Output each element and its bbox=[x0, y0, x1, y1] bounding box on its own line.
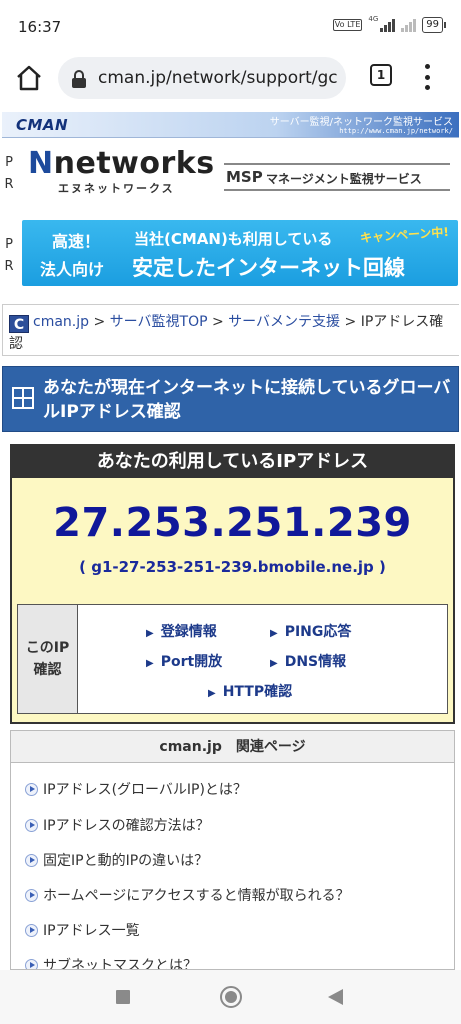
nnetworks-kana: エヌネットワークス bbox=[58, 182, 175, 195]
related-link[interactable]: IPアドレス一覧 bbox=[25, 920, 140, 940]
cman-logo[interactable]: CMAN bbox=[16, 116, 68, 134]
status-bar: 16:37 Vo LTE 4G 99 bbox=[0, 0, 461, 52]
link-label: PING応答 bbox=[284, 624, 352, 640]
triangle-right-icon: ▶ bbox=[146, 628, 154, 639]
related-link-label: IPアドレスの確認方法は？ bbox=[43, 818, 210, 834]
signal-secondary-icon bbox=[401, 18, 417, 32]
pr-letter-r: R bbox=[4, 259, 14, 274]
triangle-right-icon: ▶ bbox=[270, 658, 278, 669]
link-port-open[interactable]: ▶ Port開放 bbox=[146, 651, 222, 671]
related-link-label: ホームページにアクセスすると情報が取られる？ bbox=[43, 888, 350, 904]
address-bar[interactable]: cman.jp/network/support/gc bbox=[58, 57, 346, 99]
campaign-left-line2: 法人向け bbox=[40, 260, 105, 279]
bullet-arrow-icon bbox=[25, 783, 38, 796]
triangle-right-icon: ▶ bbox=[270, 628, 278, 639]
related-link-label: 固定IPと動的IPの違いは？ bbox=[43, 853, 209, 869]
pr-label-2: P R bbox=[2, 234, 16, 278]
msp-abbr: MSP bbox=[226, 168, 263, 186]
pr-letter-p: P bbox=[5, 237, 13, 252]
ip-check-label: このIP確認 bbox=[18, 605, 78, 713]
breadcrumb: Ccman.jp > サーバ監視TOP > サーバメンテ支援 > IPアドレス確… bbox=[2, 304, 459, 356]
lock-icon[interactable] bbox=[70, 69, 88, 89]
related-link-label: IPアドレス(グローバルIP)とは？ bbox=[43, 782, 247, 798]
status-time: 16:37 bbox=[18, 18, 62, 36]
breadcrumb-link-cman[interactable]: cman.jp bbox=[33, 314, 89, 330]
header-service-text: サーバー監視/ネットワーク監視サービス bbox=[269, 117, 453, 128]
ip-address-value: 27.253.251.239 bbox=[53, 500, 412, 546]
page-title: あなたが現在インターネットに接続しているグローバルIPアドレス確認 bbox=[43, 378, 451, 422]
cman-c-icon: C bbox=[9, 315, 29, 333]
msp-text: マネージメント監視サービス bbox=[266, 172, 422, 186]
link-label: 登録情報 bbox=[160, 624, 217, 640]
link-label: DNS情報 bbox=[284, 654, 347, 670]
campaign-right-line2: 安定したインターネット回線 bbox=[132, 256, 405, 280]
pr-letter-p: P bbox=[5, 155, 13, 170]
ip-address-box: あなたの利用しているIPアドレス 27.253.251.239 ( g1-27-… bbox=[10, 444, 455, 724]
window-grid-icon bbox=[12, 387, 34, 409]
signal-icon bbox=[380, 18, 396, 32]
related-link-label: サブネットマスクとは？ bbox=[43, 958, 197, 970]
header-url-text: http://www.cman.jp/network/ bbox=[339, 127, 453, 135]
link-ping[interactable]: ▶ PING応答 bbox=[270, 621, 351, 641]
bullet-arrow-icon bbox=[25, 959, 38, 969]
ip-hostname: ( g1-27-253-251-239.bmobile.ne.jp ) bbox=[79, 558, 386, 576]
battery-icon: 99 bbox=[422, 17, 446, 33]
system-nav-bar bbox=[0, 970, 461, 1024]
back-icon[interactable] bbox=[328, 989, 343, 1005]
link-label: HTTP確認 bbox=[222, 684, 293, 700]
breadcrumb-separator: > bbox=[340, 314, 361, 330]
triangle-right-icon: ▶ bbox=[208, 688, 216, 699]
volte-icon: Vo LTE bbox=[332, 19, 363, 31]
related-link-label: IPアドレス一覧 bbox=[43, 923, 140, 939]
status-icons: Vo LTE 4G 99 bbox=[332, 15, 446, 33]
ip-check-links: ▶ 登録情報 ▶ PING応答 ▶ Port開放 ▶ DNS情報 ▶ HTTP確認 bbox=[78, 605, 447, 713]
tab-switcher-button[interactable]: 1 bbox=[370, 64, 392, 86]
msp-ad[interactable]: MSP マネージメント監視サービス bbox=[224, 163, 450, 191]
campaign-banner[interactable]: 高速！ 法人向け 当社(CMAN)も利用している 安定したインターネット回線 キ… bbox=[22, 220, 458, 286]
url-text[interactable]: cman.jp/network/support/gc bbox=[98, 68, 338, 88]
campaign-left-line1: 高速！ bbox=[52, 232, 101, 251]
network-type-label: 4G bbox=[368, 15, 379, 23]
triangle-right-icon: ▶ bbox=[146, 658, 154, 669]
recents-icon[interactable] bbox=[116, 990, 130, 1004]
nnetworks-logo[interactable]: Nnetworks bbox=[28, 146, 215, 181]
bullet-arrow-icon bbox=[25, 924, 38, 937]
related-pages: cman.jp 関連ページ IPアドレス(グローバルIP)とは？ IPアドレスの… bbox=[10, 730, 455, 970]
campaign-right-line1: 当社(CMAN)も利用している bbox=[134, 230, 333, 248]
related-link[interactable]: IPアドレス(グローバルIP)とは？ bbox=[25, 779, 247, 799]
bullet-arrow-icon bbox=[25, 889, 38, 902]
nnetworks-ad[interactable]: Nnetworks エヌネットワークス bbox=[28, 146, 215, 200]
breadcrumb-separator: > bbox=[89, 314, 110, 330]
more-menu-icon[interactable] bbox=[420, 64, 434, 90]
related-link[interactable]: 固定IPと動的IPの違いは？ bbox=[25, 850, 208, 870]
link-dns-info[interactable]: ▶ DNS情報 bbox=[270, 651, 346, 671]
bullet-arrow-icon bbox=[25, 854, 38, 867]
pr-letter-r: R bbox=[4, 177, 14, 192]
pr-label: P R bbox=[2, 152, 16, 196]
browser-toolbar: cman.jp/network/support/gc 1 bbox=[0, 52, 461, 104]
ip-heading: あなたの利用しているIPアドレス bbox=[12, 446, 453, 478]
link-registration-info[interactable]: ▶ 登録情報 bbox=[146, 621, 217, 641]
breadcrumb-separator: > bbox=[207, 314, 229, 330]
related-link[interactable]: ホームページにアクセスすると情報が取られる？ bbox=[25, 885, 350, 905]
home-nav-icon[interactable] bbox=[220, 986, 242, 1008]
bullet-arrow-icon bbox=[25, 819, 38, 832]
nnetworks-logo-first: N bbox=[28, 146, 54, 181]
page-title-box: あなたが現在インターネットに接続しているグローバルIPアドレス確認 bbox=[2, 366, 459, 432]
breadcrumb-link-maintenance[interactable]: サーバメンテ支援 bbox=[228, 314, 340, 330]
home-icon[interactable] bbox=[14, 63, 44, 93]
ip-check-panel: このIP確認 ▶ 登録情報 ▶ PING応答 ▶ Port開放 ▶ DNS情報 ▶ HTT… bbox=[17, 604, 448, 714]
related-link[interactable]: IPアドレスの確認方法は？ bbox=[25, 815, 210, 835]
link-label: Port開放 bbox=[160, 654, 223, 670]
breadcrumb-link-server-top[interactable]: サーバ監視TOP bbox=[110, 314, 208, 330]
link-http-check[interactable]: ▶ HTTP確認 bbox=[208, 681, 292, 701]
related-link[interactable]: サブネットマスクとは？ bbox=[25, 955, 197, 970]
nnetworks-logo-rest: networks bbox=[53, 146, 215, 181]
site-header-banner[interactable]: CMAN サーバー監視/ネットワーク監視サービス http://www.cman… bbox=[2, 112, 459, 138]
related-heading: cman.jp 関連ページ bbox=[11, 731, 454, 763]
campaign-badge: キャンペーン中! bbox=[359, 224, 450, 246]
